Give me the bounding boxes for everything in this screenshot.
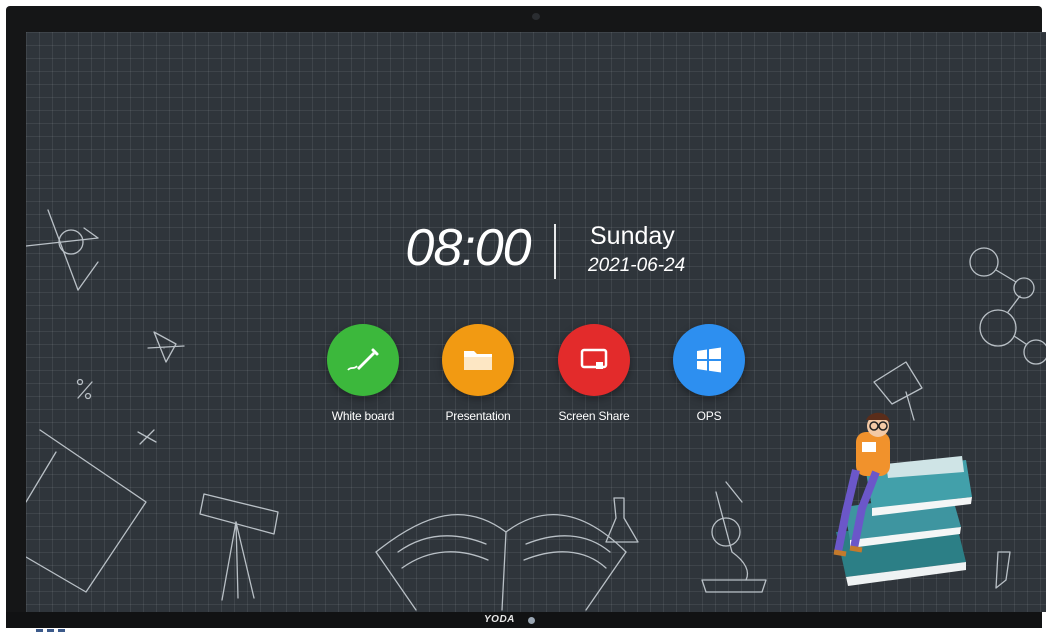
open-book-doodle-icon: [376, 515, 626, 610]
pen-icon: [343, 340, 383, 380]
ops-label: OPS: [654, 409, 764, 423]
compass-doodle-icon: [26, 210, 98, 290]
screen-share-button[interactable]: Screen Share: [539, 324, 649, 423]
screen-share-label: Screen Share: [539, 409, 649, 423]
presentation-icon-circle[interactable]: [442, 324, 514, 396]
ops-button[interactable]: OPS: [654, 324, 764, 423]
telescope-doodle-icon: [200, 494, 278, 600]
presentation-button[interactable]: Presentation: [423, 324, 533, 423]
whiteboard-icon-circle[interactable]: [327, 324, 399, 396]
clock-day: Sunday: [590, 222, 675, 251]
bottom-bezel: YODA: [6, 612, 1042, 628]
camera-icon: [532, 13, 540, 20]
notebook-doodle-icon: [26, 430, 146, 592]
student-reading-illustration: [826, 412, 976, 592]
molecule-doodle-icon: [970, 248, 1046, 364]
pen-doodle-icon: [996, 552, 1010, 588]
folder-icon: [460, 342, 496, 378]
smart-board-device: 08:00 Sunday 2021-06-24 White board: [6, 6, 1042, 628]
clock-date: 2021-06-24: [588, 255, 685, 277]
home-screen: 08:00 Sunday 2021-06-24 White board: [26, 32, 1046, 612]
percent-doodle-icon: [78, 380, 93, 399]
clock-separator: [554, 224, 556, 279]
x-doodle-icon: [138, 430, 156, 444]
whiteboard-label: White board: [308, 409, 418, 423]
triangle-doodle-icon: [148, 332, 184, 362]
ops-icon-circle[interactable]: [673, 324, 745, 396]
screen-share-icon: [576, 342, 612, 378]
windows-icon: [693, 344, 725, 376]
clock-time: 08:00: [378, 218, 558, 278]
screen-share-icon-circle[interactable]: [558, 324, 630, 396]
flask-doodle-icon: [606, 498, 638, 542]
microscope-doodle-icon: [702, 482, 766, 592]
whiteboard-button[interactable]: White board: [308, 324, 418, 423]
front-ports: [36, 619, 69, 637]
presentation-label: Presentation: [423, 409, 533, 423]
brand-logo: YODA: [484, 614, 515, 625]
light-sensor-icon: [528, 617, 535, 624]
